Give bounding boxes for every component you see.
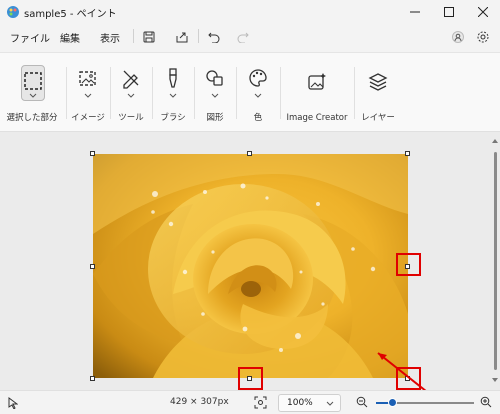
minimize-icon <box>410 11 420 13</box>
save-button[interactable] <box>140 28 158 46</box>
shapes-icon <box>206 70 223 86</box>
zoom-out-icon[interactable] <box>356 396 368 408</box>
title-bar: sample5 - ペイント <box>0 0 500 24</box>
close-icon <box>478 7 488 17</box>
highlight-right-handle <box>396 253 421 276</box>
image-creator-icon <box>308 73 326 90</box>
share-icon <box>176 32 188 43</box>
tool-image-creator[interactable]: Image Creator <box>282 53 352 131</box>
paint-app-icon <box>7 6 19 18</box>
tool-colors-label: 色 <box>253 113 263 123</box>
toolbar-divider <box>110 67 111 119</box>
tool-brush[interactable]: ブラシ <box>154 53 192 131</box>
resize-handle-left[interactable] <box>90 264 95 269</box>
menu-file[interactable]: ファイル <box>10 30 50 45</box>
resize-handle-top[interactable] <box>247 151 252 156</box>
tool-layers[interactable]: レイヤー <box>356 53 400 131</box>
account-button[interactable] <box>449 28 467 46</box>
zoom-slider-thumb[interactable] <box>388 398 397 407</box>
window-title: sample5 - ペイント <box>24 9 117 20</box>
share-button[interactable] <box>173 28 191 46</box>
close-button[interactable] <box>466 0 500 24</box>
chevron-down-icon <box>254 93 262 98</box>
chevron-down-icon <box>211 93 219 98</box>
tool-selection[interactable]: 選択した部分 <box>0 53 64 131</box>
menu-edit[interactable]: 編集 <box>60 30 80 45</box>
zoom-value: 100% <box>287 398 313 408</box>
undo-button[interactable] <box>205 28 223 46</box>
menu-view[interactable]: 表示 <box>100 30 120 45</box>
toolbar-divider <box>66 67 67 119</box>
maximize-icon <box>444 7 454 17</box>
menu-bar: ファイル 編集 表示 <box>0 24 500 50</box>
image-crop-icon <box>79 71 96 86</box>
menu-divider <box>133 29 134 43</box>
tool-colors[interactable]: 色 <box>238 53 278 131</box>
minimize-button[interactable] <box>398 0 432 24</box>
resize-handle-top-left[interactable] <box>90 151 95 156</box>
selection-rectangle-icon <box>24 72 42 90</box>
tool-selection-label: 選択した部分 <box>6 113 58 123</box>
palette-icon <box>249 69 267 87</box>
chevron-down-icon <box>84 93 92 98</box>
redo-icon <box>237 32 249 43</box>
maximize-button[interactable] <box>432 0 466 24</box>
canvas-image-rose[interactable] <box>93 154 408 378</box>
resize-handle-top-right[interactable] <box>405 151 410 156</box>
tool-image-creator-label: Image Creator <box>286 113 348 123</box>
undo-icon <box>208 32 220 43</box>
scrollbar-thumb[interactable] <box>494 152 497 370</box>
save-icon <box>143 31 155 43</box>
status-bar: 429 × 307px 100% <box>0 390 500 414</box>
toolbar-divider <box>194 67 195 119</box>
tool-shapes-label: 図形 <box>206 113 224 123</box>
canvas-area[interactable] <box>0 132 490 400</box>
tool-image-label: イメージ <box>71 113 105 123</box>
tool-layers-label: レイヤー <box>361 113 395 123</box>
tool-image[interactable]: イメージ <box>68 53 108 131</box>
zoom-select[interactable]: 100% <box>278 394 341 412</box>
zoom-in-icon[interactable] <box>480 396 492 408</box>
redo-button[interactable] <box>234 28 252 46</box>
chevron-down-icon <box>326 401 334 406</box>
tool-shapes[interactable]: 図形 <box>196 53 234 131</box>
toolbar-divider <box>236 67 237 119</box>
canvas-dimensions: 429 × 307px <box>170 397 229 407</box>
ribbon-toolbar: 選択した部分 イメージ ツール ブラシ 図形 色 Image Creator レ… <box>0 52 500 132</box>
chevron-down-icon <box>127 93 135 98</box>
toolbar-divider <box>280 67 281 119</box>
scroll-down-icon[interactable] <box>492 378 498 383</box>
gear-icon <box>477 31 489 43</box>
settings-button[interactable] <box>474 28 492 46</box>
rose-image <box>93 154 408 378</box>
pointer-icon <box>8 397 18 409</box>
tool-brush-label: ブラシ <box>160 113 186 123</box>
fit-to-window-icon[interactable] <box>254 396 267 409</box>
scroll-up-icon[interactable] <box>492 138 498 143</box>
tool-tools-label: ツール <box>118 113 144 123</box>
zoom-slider-track[interactable] <box>392 402 474 404</box>
chevron-down-icon <box>29 93 37 98</box>
tool-tools[interactable]: ツール <box>112 53 150 131</box>
brush-icon <box>169 68 177 88</box>
chevron-down-icon <box>169 93 177 98</box>
account-icon <box>452 31 464 43</box>
layers-icon <box>368 73 388 91</box>
pencil-eraser-icon <box>123 70 139 89</box>
toolbar-divider <box>152 67 153 119</box>
highlight-bottom-handle <box>238 367 263 390</box>
vertical-scrollbar[interactable] <box>490 132 500 390</box>
menu-divider <box>198 29 199 43</box>
resize-handle-bottom-left[interactable] <box>90 376 95 381</box>
toolbar-divider <box>354 67 355 119</box>
